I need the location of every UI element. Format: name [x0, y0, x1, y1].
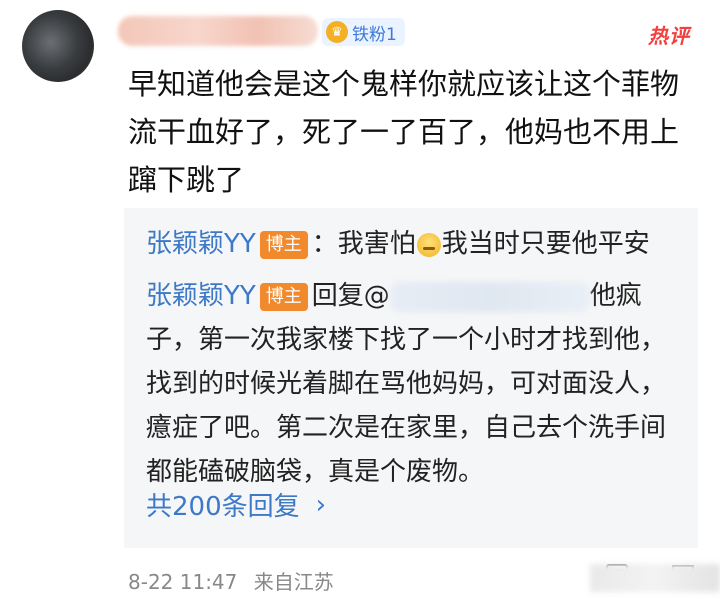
op-badge: 博主	[259, 230, 308, 259]
hot-comment-tag: 热评	[648, 24, 690, 48]
reply-preview-box[interactable]: 张颖颖YY 博主 ：我害怕 我当时只要他平安 张颖颖YY 博主 回复@ 他疯子，第一次我家楼…	[124, 208, 698, 548]
reply-author[interactable]: 张颖颖YY	[146, 281, 256, 311]
fan-badge-icon: ♛	[326, 21, 348, 43]
reply-body: 子，第一次我家楼下找了一个小时才找到他，找到的时候光着脚在骂他妈妈，可对面没人，…	[146, 325, 667, 487]
comment-date: 8-22 11:47	[128, 570, 238, 594]
comment-meta: 8-22 11:47 来自江苏	[128, 566, 334, 595]
reply-prefix: 回复@	[311, 281, 390, 311]
op-badge: 博主	[259, 282, 308, 311]
avatar[interactable]	[22, 10, 94, 82]
blurred-like-count	[590, 564, 720, 592]
chevron-right-icon: ›	[315, 489, 327, 520]
reply-item[interactable]: 张颖颖YY 博主 ：我害怕 我当时只要他平安	[146, 222, 686, 266]
fan-badge: ♛ 铁粉1	[322, 18, 405, 46]
reply-tail: 他疯	[589, 281, 642, 311]
more-replies-link[interactable]: 共200条回复 ›	[146, 486, 326, 523]
more-replies-label: 共200条回复	[146, 492, 300, 522]
reply-item[interactable]: 张颖颖YY 博主 回复@ 他疯子，第一次我家楼下找了一个小时才找到他，找到的时候光着脚…	[146, 274, 686, 494]
fan-badge-label: 铁粉1	[352, 24, 397, 45]
reply-author[interactable]: 张颖颖YY	[146, 229, 256, 259]
blurred-mention[interactable]	[389, 281, 590, 312]
comment-location: 来自江苏	[253, 570, 334, 594]
comment-text: 早知道他会是这个鬼样你就应该让这个菲物流干血好了，死了一了百了，他妈也不用上蹿下…	[128, 67, 680, 197]
blurred-username[interactable]	[118, 16, 318, 46]
emoji-icon	[416, 232, 441, 257]
reply-text-post: 我当时只要他平安	[441, 229, 650, 259]
reply-text-pre: ：我害怕	[311, 229, 416, 259]
